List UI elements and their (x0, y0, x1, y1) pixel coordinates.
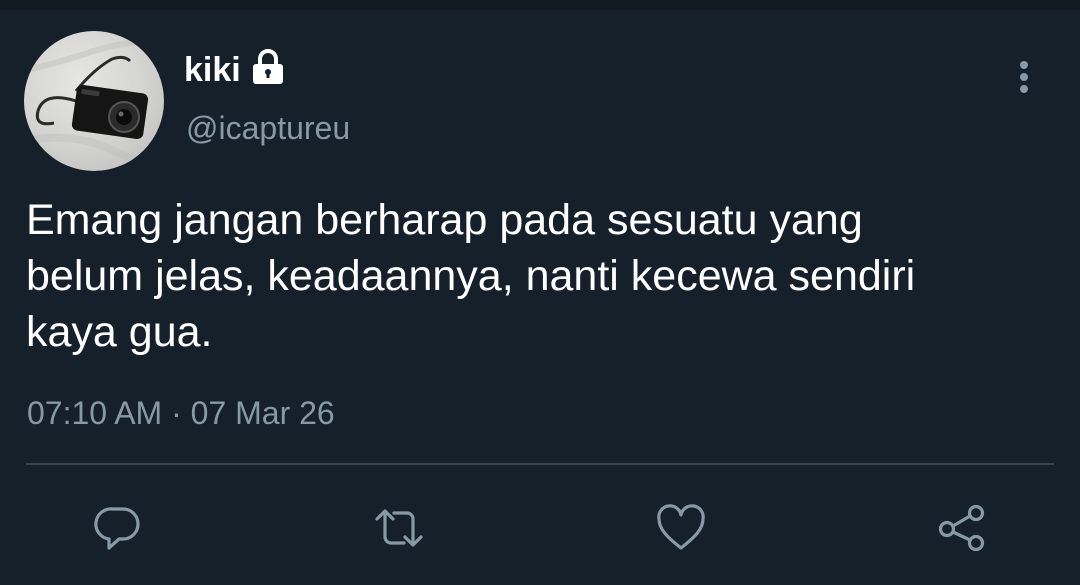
tweet-timestamp: 07:10 AM · 07 Mar 26 (27, 393, 335, 433)
like-button[interactable] (653, 500, 709, 556)
tweet-date: 07 Mar 26 (190, 395, 335, 431)
share-icon (938, 504, 985, 552)
retweet-button[interactable] (371, 500, 427, 556)
retweet-icon (375, 509, 423, 547)
tweet-time: 07:10 AM (27, 395, 163, 431)
reply-button[interactable] (90, 500, 146, 556)
timestamp-separator: · (171, 395, 182, 431)
camera-photo-avatar-icon (24, 38, 164, 164)
tweet-text: Emang jangan berharap pada sesuatu yang … (26, 196, 916, 356)
more-vertical-icon[interactable] (1010, 57, 1038, 97)
lock-icon (253, 49, 283, 84)
user-handle[interactable]: @icaptureu (186, 108, 350, 148)
heart-icon (657, 504, 705, 550)
divider (26, 463, 1054, 465)
reply-icon (94, 507, 140, 550)
avatar[interactable] (24, 31, 164, 171)
share-button[interactable] (934, 500, 990, 556)
top-edge (0, 0, 1080, 10)
display-name[interactable]: kiki (184, 50, 241, 90)
